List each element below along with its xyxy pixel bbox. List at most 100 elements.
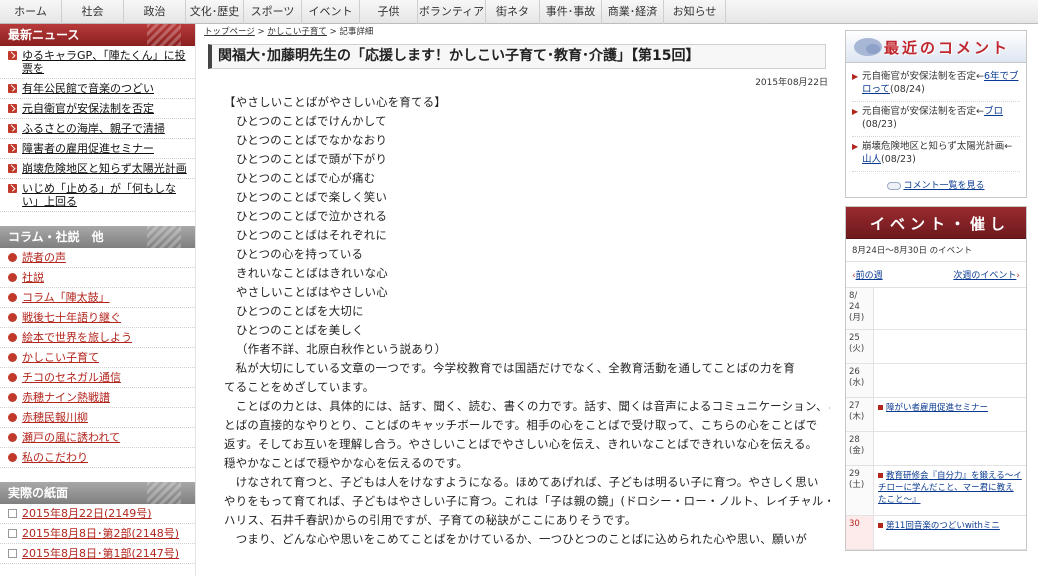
poem-line: （作者不詳、北原白秋作という説あり） [236,342,447,356]
poem-line: ひとつのことばで泣かされる [236,209,388,223]
nav-item[interactable]: 社会 [62,0,124,24]
article-date: 2015年08月22日 [755,78,828,88]
poem-line: ひとつの心を持っている [236,247,364,261]
event-day-label: 30 [846,516,874,549]
comment-date: (08/24) [890,84,925,95]
event-calendar: 8/ 24 (月) 25 (火) 26 (水) 27 (木) 障がい者雇用促進セミナー 2… [846,288,1026,550]
bullet-dot-icon [8,353,17,362]
list-item: 2015年8月22日(2149号) [0,504,195,524]
paragraph-line: 穏やかなことばで穏やかな心を伝えるのです。 [224,456,469,470]
comment-author-link[interactable]: ブロ [984,106,1003,117]
event-entry: 第11回音楽のつどいwithミニ [878,520,1022,532]
sidebar-link[interactable]: 読者の声 [22,251,66,264]
bullet-dot-icon [8,333,17,342]
sidebar-link[interactable]: チコのセネガル通信 [22,371,121,384]
event-link[interactable]: 障がい者雇用促進セミナー [886,403,988,413]
sidebar-link[interactable]: 社説 [22,271,44,284]
all-comments-link[interactable]: コメント一覧を見る [903,181,984,191]
latest-news-list: ゆるキャラGP、「陣たくん」に投票を有年公民館で音楽のつどい 元自衛官が安保法制を… [0,46,195,212]
document-icon [8,549,17,558]
prev-week-link[interactable]: 前の週 [856,271,883,281]
event-day-cell [874,364,1026,397]
event-day-label: 27 (木) [846,398,874,431]
nav-item[interactable]: 子供 [360,0,418,24]
poem-heading: 【やさしいことばがやさしい心を育てる】 [224,95,447,109]
papers-title: 実際の紙面 [8,486,69,500]
events-nav: ‹前の週 次週のイベント› [846,262,1026,288]
bullet-dot-icon [8,373,17,382]
nav-item[interactable]: ホーム [0,0,62,24]
nav-item[interactable]: 文化･歴史 [186,0,244,24]
article-title: 関福大･加藤明先生の「応援します！かしこい子育て･教育･介護」【第15回】 [208,44,826,69]
sidebar-link[interactable]: 崩壊危険地区と知らず太陽光計画 [22,162,187,175]
sidebar-link[interactable]: ゆるキャラGP、「陣たくん」に投票を [22,49,189,75]
comment-author-link[interactable]: 山人 [862,154,881,165]
nav-item[interactable]: 事件･事故 [540,0,602,24]
nav-item[interactable]: ボランティア [418,0,486,24]
sidebar-link[interactable]: ふるさとの海岸、親子で清掃 [22,122,165,135]
sidebar-link[interactable]: 2015年8月8日･第1部(2147号) [22,547,179,560]
paragraph-line: ことばの力とは、具体的には、話す、聞く、読む、書くの力です。話す、聞くは音声によ… [224,399,830,413]
breadcrumb-section-link[interactable]: かしこい子育て [267,27,327,37]
sidebar-link[interactable]: 赤穂ナイン熱戦譜 [22,391,110,404]
paragraph-line: 返す。そしてお互いを理解し合う。やさしいことばでやさしい心を伝え、きれいなことば… [224,437,818,451]
events-header: イベント・催し [846,207,1026,239]
list-item: 有年公民館で音楽のつどい [0,79,195,99]
comment-list: ▶ 元自衛官が安保法制を否定←6年でブロって(08/24) ▶ 元自衛官が安保法制を否… [846,63,1026,174]
event-link[interactable]: 教育研修会『自分力』を鍛える～イチローに学んだこと、マー君に教えたこと～』 [878,471,1022,505]
breadcrumb: トップページ > かしこい子育て > 記事詳細 [204,24,836,38]
bullet-dot-icon [8,413,17,422]
list-item: ふるさとの海岸、親子で清掃 [0,119,195,139]
nav-item[interactable]: 商業･経済 [602,0,664,24]
bullet-dot-icon [8,433,17,442]
sidebar-link[interactable]: 元自衛官が安保法制を否定 [22,102,154,115]
comment-date: (08/23) [881,154,916,165]
triangle-bullet-icon: ▶ [852,72,859,81]
header-stripe-decoration [147,226,181,248]
event-day-row: 30 第11回音楽のつどいwithミニ [846,516,1026,550]
triangle-bullet-icon: ▶ [852,142,859,151]
list-item: 崩壊危険地区と知らず太陽光計画 [0,159,195,179]
sidebar-link[interactable]: 2015年8月8日･第2部(2148号) [22,527,179,540]
paragraph-line: けなされて育つと、子どもは人をけなすようになる。ほめてあげれば、子どもは明るい子… [224,475,819,489]
sidebar-link[interactable]: 私のこだわり [22,451,88,464]
sidebar-link[interactable]: 戦後七十年語り継ぐ [22,311,121,324]
comment-text: 元自衛官が安保法制を否定←ブロ (08/23) [862,105,1020,131]
sidebar-link[interactable]: 有年公民館で音楽のつどい [22,82,154,95]
sidebar-link[interactable]: 赤穂民報川柳 [22,411,88,424]
sidebar-link[interactable]: 瀬戸の風に誘われて [22,431,120,444]
list-item: かしこい子育て [0,348,195,368]
breadcrumb-top-link[interactable]: トップページ [204,27,255,37]
sidebar-link[interactable]: コラム「陣太鼓」 [22,291,110,304]
nav-item[interactable]: イベント [302,0,360,24]
bullet-dot-icon [8,313,17,322]
event-day-row: 27 (木) 障がい者雇用促進セミナー [846,398,1026,432]
breadcrumb-separator: > [329,27,337,37]
sidebar-link[interactable]: かしこい子育て [22,351,99,364]
event-day-cell: 障がい者雇用促進セミナー [874,398,1026,431]
next-week-link[interactable]: 次週のイベント [953,271,1016,281]
list-item: いじめ「止める」が「何もしない」上回る [0,179,195,212]
list-item: コラム「陣太鼓」 [0,288,195,308]
event-day-cell: 教育研修会『自分力』を鍛える～イチローに学んだこと、マー君に教えたこと～』 [874,466,1026,515]
event-day-label: 29 (土) [846,466,874,515]
events-box: イベント・催し 8月24日～8月30日 のイベント ‹前の週 次週のイベント› … [845,206,1027,551]
sidebar-link[interactable]: 障害者の雇用促進セミナー [22,142,154,155]
event-day-row: 29 (土) 教育研修会『自分力』を鍛える～イチローに学んだこと、マー君に教えたこ… [846,466,1026,516]
event-entry: 教育研修会『自分力』を鍛える～イチローに学んだこと、マー君に教えたこと～』 [878,470,1022,506]
checkbox-bullet-icon [8,51,17,60]
sidebar-link[interactable]: いじめ「止める」が「何もしない」上回る [22,182,189,208]
nav-item[interactable]: お知らせ [664,0,726,24]
event-day-cell [874,330,1026,363]
sidebar-link[interactable]: 絵本で世界を旅しよう [22,331,132,344]
nav-item[interactable]: スポーツ [244,0,302,24]
poem-line: ひとつのことばを美しく [236,323,364,337]
comment-item: ▶ 崩壊危険地区と知らず太陽光計画← 山人(08/23) [852,137,1020,172]
prev-week-wrap: ‹前の週 [852,268,883,281]
nav-item[interactable]: 政治 [124,0,186,24]
event-link[interactable]: 第11回音楽のつどいwithミニ [886,521,1000,531]
nav-item[interactable]: 街ネタ [486,0,540,24]
sidebar-link[interactable]: 2015年8月22日(2149号) [22,507,152,520]
list-item: チコのセネガル通信 [0,368,195,388]
